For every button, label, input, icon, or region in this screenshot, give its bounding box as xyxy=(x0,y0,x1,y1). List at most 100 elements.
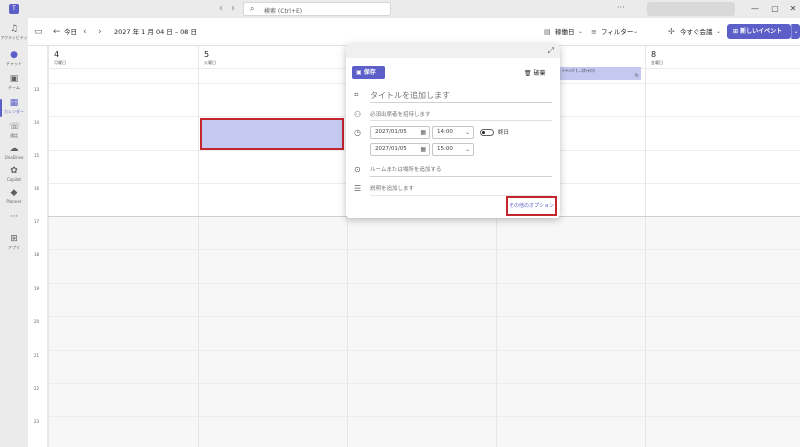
save-icon: ▣ xyxy=(356,69,364,76)
more-options-button[interactable]: その他のオプション xyxy=(506,196,557,216)
time-column: 13 14 15 16 17 18 19 20 21 22 23 xyxy=(28,46,48,447)
bell-icon: ♫ xyxy=(9,24,19,34)
prev-week-icon[interactable]: ‹ xyxy=(83,26,87,38)
phone-icon: ☏ xyxy=(9,122,21,132)
start-time-select[interactable]: 14:00 ⌄ xyxy=(432,126,474,139)
end-date-value: 2027/01/05 xyxy=(375,146,407,152)
start-date-picker[interactable]: 2027/01/05 ▦ xyxy=(370,126,430,139)
title-bar: T ‹ › ⌕ 検索 (Ctrl+E) ··· — ▢ ✕ xyxy=(0,0,800,18)
search-input[interactable]: ⌕ 検索 (Ctrl+E) xyxy=(243,2,391,16)
rail-item-planner[interactable]: ◆ Planner xyxy=(0,186,28,212)
day-header-friday[interactable]: 8 金曜日 xyxy=(645,46,800,68)
row-divider xyxy=(48,316,800,317)
rail-label: アプリ xyxy=(8,245,20,250)
description-input[interactable] xyxy=(370,183,552,196)
day-header-tuesday[interactable]: 5 火曜日 xyxy=(198,46,347,68)
save-button[interactable]: ▣ 保存 xyxy=(352,66,385,79)
maximize-button[interactable]: ▢ xyxy=(768,3,782,15)
end-time-select[interactable]: 15:00 ⌄ xyxy=(432,143,474,156)
more-horizontal-icon[interactable]: ··· xyxy=(617,3,625,12)
row-divider xyxy=(48,350,800,351)
profile-area[interactable] xyxy=(647,2,735,16)
day-number: 5 xyxy=(204,50,210,59)
start-date-value: 2027/01/05 xyxy=(375,129,407,135)
forward-icon[interactable]: › xyxy=(227,3,239,15)
calendar-icon: ▦ xyxy=(420,129,426,136)
search-icon: ⌕ xyxy=(250,4,255,13)
calendar-event[interactable]: ﾐｰﾃｨﾝｸﾞ(…(ｵﾝﾗｲﾝ) ↻ xyxy=(558,67,641,80)
hour-label: 16 xyxy=(34,186,40,191)
people-icon: ⚇ xyxy=(354,110,362,119)
meet-now-icon: ✢ xyxy=(668,27,675,36)
location-icon: ⊙ xyxy=(354,165,361,174)
event-title: ﾐｰﾃｨﾝｸﾞ(…(ｵﾝﾗｲﾝ) xyxy=(562,68,595,73)
new-event-label: 新しいイベント xyxy=(740,28,783,35)
title-input[interactable] xyxy=(370,89,552,103)
view-dropdown[interactable]: 稼働日 xyxy=(555,26,575,38)
selected-time-slot[interactable] xyxy=(200,118,344,150)
minimize-button[interactable]: — xyxy=(748,3,762,15)
attendee-input[interactable] xyxy=(370,109,552,121)
day-name: 月曜日 xyxy=(54,60,66,65)
chevron-down-icon: ⌄ xyxy=(464,146,470,153)
rail-item-apps[interactable]: ⊞ アプリ xyxy=(0,232,28,258)
rail-item-activity[interactable]: ♫ アクティビティ xyxy=(0,22,28,48)
start-time-value: 14:00 xyxy=(437,129,453,135)
rail-label: OneDrive xyxy=(4,155,24,160)
new-event-button[interactable]: ⊞ 新しいイベント xyxy=(727,24,791,39)
column-divider xyxy=(645,46,646,447)
hour-label: 14 xyxy=(34,120,40,125)
row-divider xyxy=(48,249,800,250)
more-icon: ··· xyxy=(9,212,19,222)
teams-logo-icon: T xyxy=(9,4,19,14)
today-arrow-icon: ← xyxy=(53,27,61,37)
hour-label: 19 xyxy=(34,286,40,291)
discard-button[interactable]: 🗑 破棄 xyxy=(524,68,546,77)
clock-icon: ◷ xyxy=(354,128,361,137)
calendar-toolbar: ▭ ← 今日 ‹ › 2027 年 1 月 04 日 – 08 日 ⌄ ▤ 稼働… xyxy=(28,18,800,46)
row-divider xyxy=(48,416,800,417)
location-input[interactable] xyxy=(370,164,552,177)
row-divider xyxy=(48,383,800,384)
rail-item-teams[interactable]: ▣ チーム xyxy=(0,72,28,98)
day-header-monday[interactable]: 4 月曜日 xyxy=(48,46,198,68)
expand-icon[interactable]: ⤢ xyxy=(548,46,554,56)
filter-icon: ≡ xyxy=(591,28,597,36)
new-event-dropdown[interactable]: ⌄ xyxy=(791,24,800,39)
apps-icon: ⊞ xyxy=(10,234,18,244)
chevron-down-icon: ⌄ xyxy=(578,28,584,35)
rail-label: チーム xyxy=(8,85,20,90)
rail-item-calendar[interactable]: ▦ カレンダー xyxy=(0,96,28,122)
rail-item-chat[interactable]: ● チャット xyxy=(0,48,28,74)
allday-toggle[interactable] xyxy=(480,129,494,136)
rail-label: アクティビティ xyxy=(0,35,28,40)
day-number: 8 xyxy=(651,50,657,59)
meet-now-button[interactable]: 今すぐ会議 xyxy=(680,26,713,38)
today-button[interactable]: 今日 xyxy=(64,26,77,38)
chevron-down-icon[interactable]: ⌄ xyxy=(183,26,188,38)
hour-label: 20 xyxy=(34,319,40,324)
back-icon[interactable]: ‹ xyxy=(215,3,227,15)
hour-label: 13 xyxy=(34,87,40,92)
search-placeholder: 検索 (Ctrl+E) xyxy=(264,8,303,15)
chevron-down-icon[interactable]: ⌄ xyxy=(716,26,721,38)
day-name: 火曜日 xyxy=(204,60,216,65)
end-date-picker[interactable]: 2027/01/05 ▦ xyxy=(370,143,430,156)
hour-label: 18 xyxy=(34,252,40,257)
hour-label: 15 xyxy=(34,153,40,158)
planner-icon: ◆ xyxy=(10,188,18,198)
nonworking-hours-area xyxy=(48,217,800,447)
column-divider xyxy=(198,46,199,447)
close-button[interactable]: ✕ xyxy=(786,3,800,15)
copilot-icon: ✿ xyxy=(10,166,18,176)
next-week-icon[interactable]: › xyxy=(98,26,102,38)
hour-label: 23 xyxy=(34,419,40,424)
sidebar-toggle-icon[interactable]: ▭ xyxy=(34,26,43,38)
hour-label: 17 xyxy=(34,219,40,224)
column-divider xyxy=(48,46,49,447)
filter-dropdown[interactable]: フィルター xyxy=(601,26,633,38)
row-divider xyxy=(48,283,800,284)
day-number: 4 xyxy=(54,50,60,59)
rail-label: Planner xyxy=(6,199,22,204)
chat-icon: ● xyxy=(10,50,18,60)
